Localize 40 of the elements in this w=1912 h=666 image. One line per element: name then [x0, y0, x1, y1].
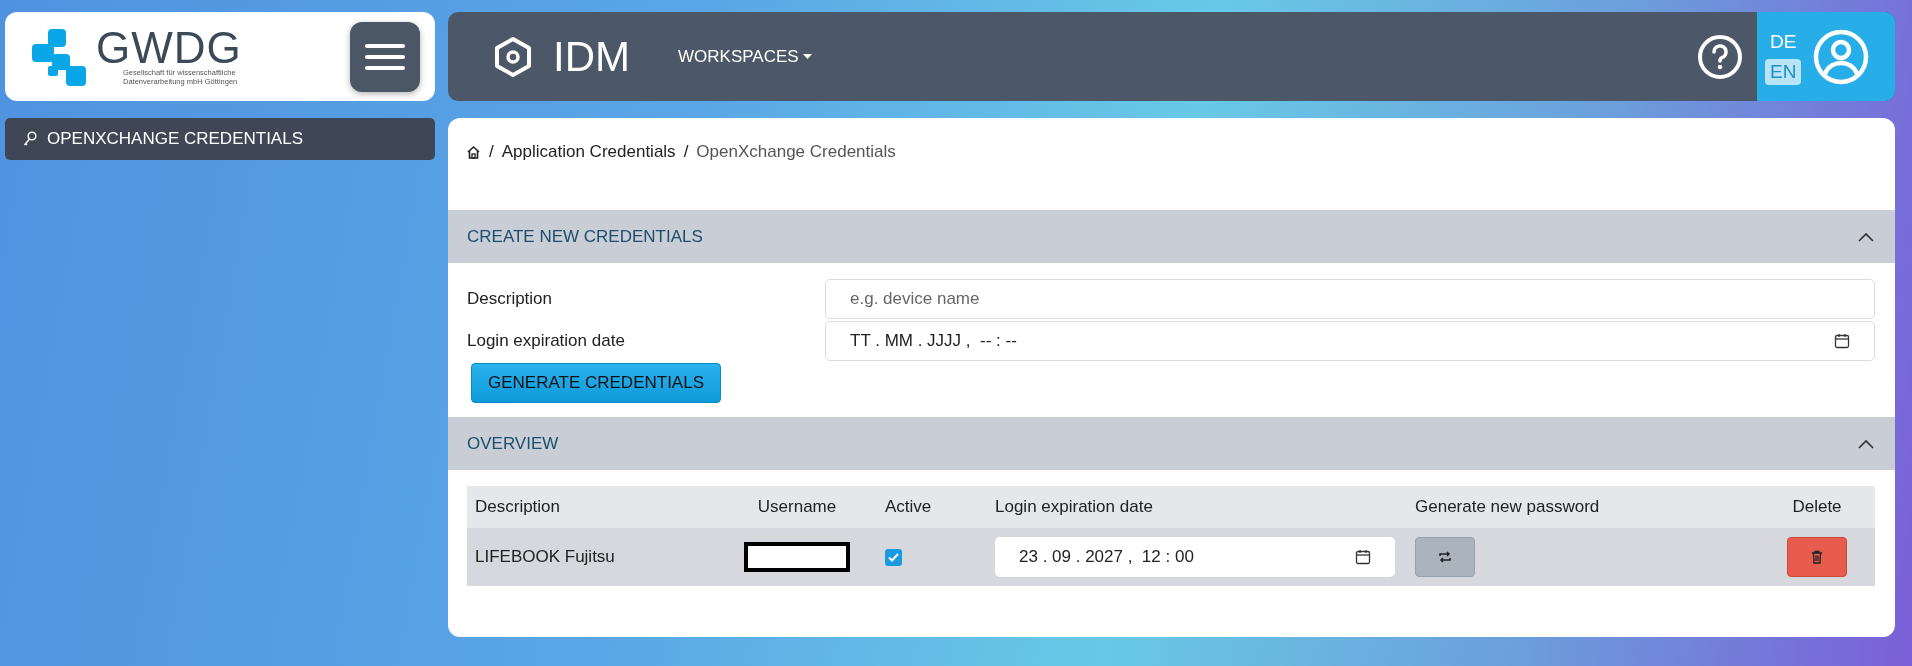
regenerate-button[interactable]: [1415, 537, 1475, 577]
app-title: IDM: [553, 32, 630, 81]
date-field[interactable]: 23 . 09 . 2027 , 12 : 00: [995, 537, 1395, 577]
checkmark-icon: [888, 552, 899, 562]
calendar-icon[interactable]: [1355, 549, 1371, 565]
column-header: Username: [717, 486, 877, 528]
home-icon[interactable]: [466, 144, 481, 160]
column-header: Description: [467, 486, 717, 528]
field-label: Description: [467, 289, 554, 309]
field-label: Login expiration date: [467, 331, 626, 351]
logo-wordmark: GWDG: [96, 27, 242, 68]
section-header[interactable]: OVERVIEW: [448, 417, 1895, 470]
help-icon[interactable]: [1697, 33, 1743, 80]
column-header: Generate new password: [1407, 486, 1759, 528]
delete-button[interactable]: [1787, 537, 1847, 577]
breadcrumb-item[interactable]: Application Credentials: [501, 142, 676, 162]
caret-icon: [802, 54, 812, 59]
breadcrumb-separator: /: [683, 142, 689, 162]
description-field[interactable]: e.g. device name: [825, 279, 1875, 319]
breadcrumb-separator: /: [489, 142, 494, 162]
generate-button[interactable]: GENERATE CREDENTIALS: [471, 363, 721, 403]
breadcrumb-item: OpenXchange Credentials: [696, 142, 896, 162]
menu-icon: [365, 42, 405, 71]
column-header: Login expiration date: [987, 486, 1407, 528]
workspaces-menu[interactable]: WORKSPACES: [678, 46, 812, 67]
table-cell: LIFEBOOK Fujitsu: [467, 528, 717, 586]
menu-button[interactable]: [350, 21, 420, 92]
key-icon: [23, 131, 37, 147]
hexagon-icon: [493, 35, 533, 78]
chevron-icon[interactable]: [1857, 230, 1875, 243]
date-field[interactable]: TT . MM . JJJJ , -- : --: [825, 321, 1875, 361]
sidebar-item[interactable]: OPENXCHANGE CREDENTIALS: [5, 118, 435, 160]
calendar-icon[interactable]: [1834, 333, 1850, 349]
column-header: Active: [877, 486, 987, 528]
swap-icon: [1438, 550, 1452, 564]
section-header[interactable]: CREATE NEW CREDENTIALS: [448, 210, 1895, 263]
trash-icon: [1811, 550, 1823, 564]
chevron-icon[interactable]: [1857, 437, 1875, 450]
active-checkbox[interactable]: [885, 548, 902, 566]
column-header: Delete: [1759, 486, 1875, 528]
